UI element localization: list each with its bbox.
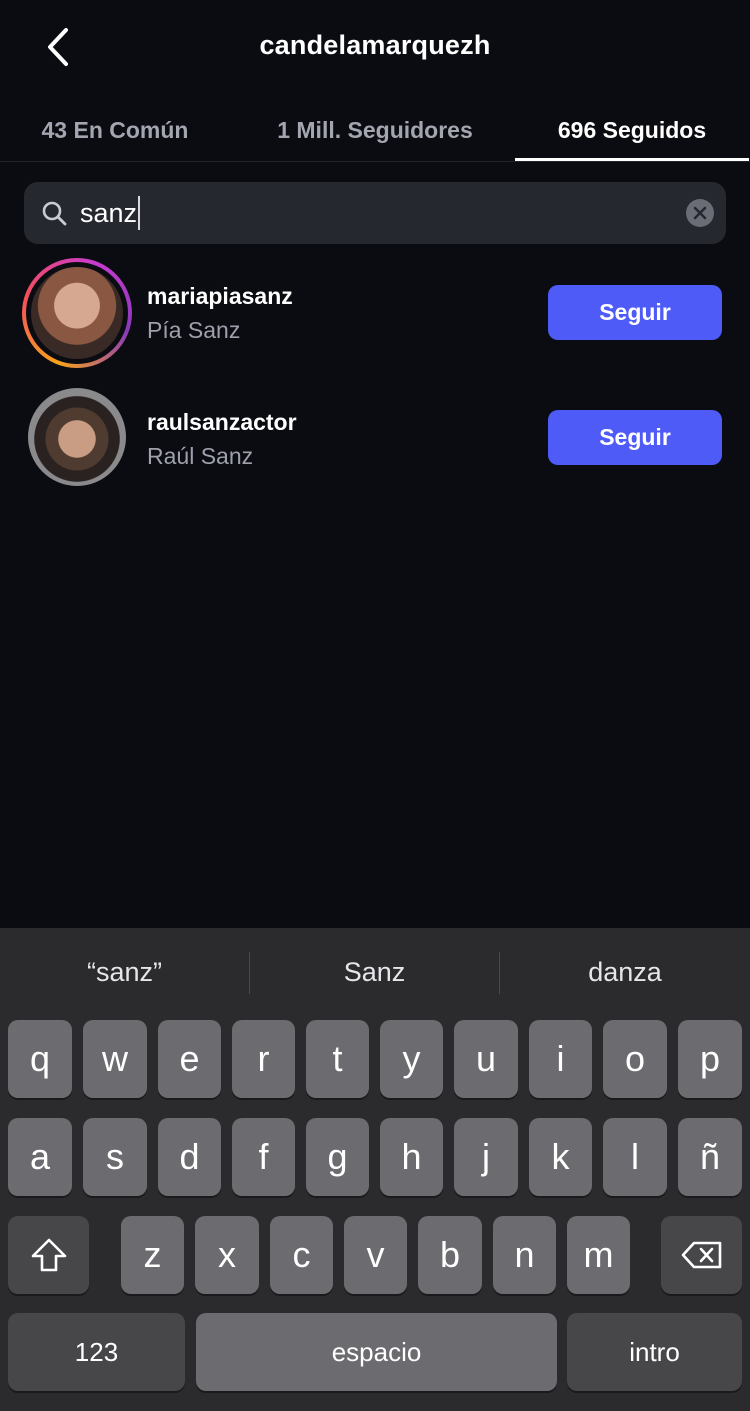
key-s[interactable]: s [83,1118,147,1196]
full-name: Raúl Sanz [147,443,254,469]
page-title: candelamarquezh [259,30,491,60]
shift-key[interactable] [8,1216,89,1294]
key-n-tilde[interactable]: ñ [678,1118,742,1196]
key-a[interactable]: a [8,1118,72,1196]
avatar [28,388,126,486]
key-l[interactable]: l [603,1118,667,1196]
key-x[interactable]: x [195,1216,259,1294]
key-j[interactable]: j [454,1118,518,1196]
story-ring[interactable] [22,258,132,368]
key-o[interactable]: o [603,1020,667,1098]
return-key[interactable]: intro [567,1313,742,1391]
backspace-icon [681,1241,721,1269]
username: mariapiasanz [147,283,293,309]
key-n[interactable]: n [493,1216,556,1294]
header: candelamarquezh [0,0,750,98]
key-t[interactable]: t [306,1020,369,1098]
tab-following[interactable]: 696 Seguidos [515,98,749,162]
suggestion-bar: “sanz” Sanz danza [0,928,750,1016]
key-i[interactable]: i [529,1020,592,1098]
avatar-container[interactable] [28,388,126,486]
key-h[interactable]: h [380,1118,443,1196]
text-caret [138,196,141,230]
search-icon [42,201,67,226]
keyboard: “sanz” Sanz danza q w e r t y u i o p a … [0,928,750,1411]
key-k[interactable]: k [529,1118,592,1196]
key-f[interactable]: f [232,1118,295,1196]
key-g[interactable]: g [306,1118,369,1196]
key-b[interactable]: b [418,1216,482,1294]
suggestion-item[interactable]: Sanz [250,928,499,1016]
key-u[interactable]: u [454,1020,518,1098]
search-input[interactable]: sanz [80,195,141,231]
tab-followers[interactable]: 1 Mill. Seguidores [240,98,510,162]
key-d[interactable]: d [158,1118,221,1196]
key-m[interactable]: m [567,1216,630,1294]
shift-icon [31,1238,66,1272]
key-v[interactable]: v [344,1216,407,1294]
avatar [31,267,123,359]
key-r[interactable]: r [232,1020,295,1098]
tab-bar: 43 En Común 1 Mill. Seguidores 696 Segui… [0,98,750,162]
key-p[interactable]: p [678,1020,742,1098]
username: raulsanzactor [147,409,297,435]
full-name: Pía Sanz [147,317,241,343]
key-e[interactable]: e [158,1020,221,1098]
clear-search-button[interactable] [686,199,714,227]
search-bar[interactable]: sanz [24,182,726,244]
key-z[interactable]: z [121,1216,184,1294]
clear-icon [693,206,707,220]
suggestion-item[interactable]: “sanz” [0,928,249,1016]
delete-key[interactable] [661,1216,742,1294]
key-y[interactable]: y [380,1020,443,1098]
list-item[interactable]: raulsanzactor Raúl Sanz Seguir [0,384,750,494]
active-tab-indicator [515,158,749,161]
key-q[interactable]: q [8,1020,72,1098]
key-w[interactable]: w [83,1020,147,1098]
list-item[interactable]: mariapiasanz Pía Sanz Seguir [0,258,750,368]
space-key[interactable]: espacio [196,1313,557,1391]
follow-button[interactable]: Seguir [548,410,722,465]
tab-mutual[interactable]: 43 En Común [0,98,230,162]
follow-button[interactable]: Seguir [548,285,722,340]
suggestion-item[interactable]: danza [500,928,750,1016]
key-c[interactable]: c [270,1216,333,1294]
numbers-key[interactable]: 123 [8,1313,185,1391]
search-value: sanz [80,198,138,228]
screen: candelamarquezh 43 En Común 1 Mill. Segu… [0,0,750,1411]
